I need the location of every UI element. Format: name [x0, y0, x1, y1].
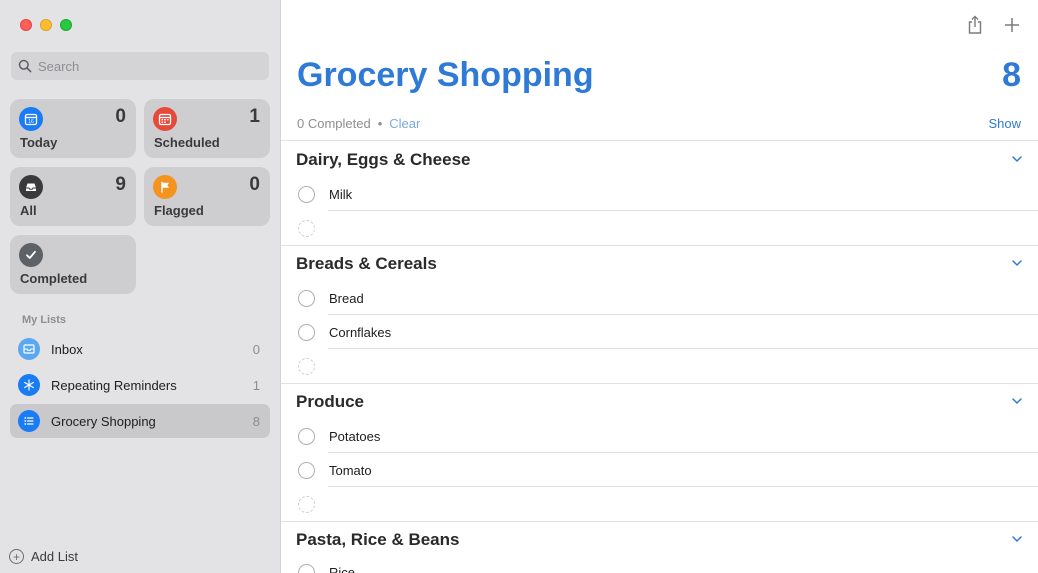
item-divider — [328, 314, 1038, 315]
all-label: All — [20, 203, 37, 218]
today-count: 0 — [115, 106, 126, 127]
minimize-window-button[interactable] — [40, 19, 52, 31]
chevron-down-icon[interactable] — [1011, 533, 1023, 545]
completed-text: 0 Completed — [297, 116, 371, 131]
item-divider — [328, 348, 1038, 349]
show-completed-button[interactable]: Show — [988, 116, 1021, 131]
sidebar-item-count: 1 — [252, 377, 260, 393]
complete-checkbox[interactable] — [298, 563, 315, 573]
my-lists-heading: My Lists — [22, 314, 67, 326]
completed-status: 0 Completed • Clear — [297, 116, 420, 131]
scheduled-label: Scheduled — [154, 135, 220, 150]
smart-list-flagged[interactable]: 0 Flagged — [144, 167, 270, 226]
calendar-grid-icon — [153, 107, 177, 131]
share-icon — [968, 15, 982, 34]
reminder-item[interactable]: Milk — [298, 185, 352, 203]
sidebar-item-label: Repeating Reminders — [51, 377, 177, 393]
flagged-count: 0 — [249, 174, 260, 195]
smart-list-today[interactable]: 16 0 Today — [10, 99, 136, 158]
sidebar-item-count: 8 — [252, 413, 260, 429]
checkmark-icon — [19, 243, 43, 267]
snowflake-icon — [18, 374, 40, 396]
calendar-icon: 16 — [19, 107, 43, 131]
completed-label: Completed — [20, 271, 88, 286]
reminder-title[interactable]: Potatoes — [329, 429, 380, 444]
complete-checkbox[interactable] — [298, 185, 315, 203]
reminder-item[interactable]: Cornflakes — [298, 323, 391, 341]
item-divider — [328, 486, 1038, 487]
section-title: Produce — [296, 392, 365, 411]
smart-list-scheduled[interactable]: 1 Scheduled — [144, 99, 270, 158]
share-button[interactable] — [964, 14, 986, 36]
smart-list-completed[interactable]: Completed — [10, 235, 136, 294]
section-divider — [281, 521, 1038, 522]
separator-dot: • — [377, 116, 383, 131]
new-item-circle[interactable] — [298, 219, 315, 237]
search-input[interactable] — [38, 58, 258, 74]
new-item-circle[interactable] — [298, 495, 315, 513]
scheduled-count: 1 — [249, 106, 260, 127]
chevron-down-icon[interactable] — [1011, 153, 1023, 165]
section-title: Dairy, Eggs & Cheese — [296, 150, 471, 169]
today-label: Today — [20, 135, 58, 150]
new-item-placeholder[interactable] — [298, 495, 315, 513]
plus-circle-icon: + — [9, 549, 24, 564]
sidebar-item-label: Grocery Shopping — [51, 413, 156, 429]
reminder-title[interactable]: Tomato — [329, 463, 372, 478]
search-field[interactable] — [11, 52, 269, 80]
section-divider — [281, 140, 1038, 141]
chevron-down-icon[interactable] — [1011, 257, 1023, 269]
all-count: 9 — [115, 174, 126, 195]
sidebar-item-grocery-shopping[interactable]: Grocery Shopping 8 — [10, 404, 270, 438]
section-title: Pasta, Rice & Beans — [296, 530, 460, 549]
new-item-placeholder[interactable] — [298, 219, 315, 237]
complete-checkbox[interactable] — [298, 323, 315, 341]
complete-checkbox[interactable] — [298, 427, 315, 445]
clear-button[interactable]: Clear — [389, 116, 420, 131]
add-list-label: Add List — [31, 549, 78, 564]
sidebar-item-count: 0 — [252, 341, 260, 357]
section-divider — [281, 383, 1038, 384]
new-reminder-button[interactable] — [1001, 14, 1023, 36]
smart-list-all[interactable]: 9 All — [10, 167, 136, 226]
sidebar-item-repeating-reminders[interactable]: Repeating Reminders 1 — [10, 368, 270, 402]
item-divider — [328, 452, 1038, 453]
sidebar-item-inbox[interactable]: Inbox 0 — [10, 332, 270, 366]
window-controls — [20, 19, 72, 31]
new-item-circle[interactable] — [298, 357, 315, 375]
sidebar: 16 0 Today 1 Scheduled 9 All 0 Flagged C… — [0, 0, 281, 573]
item-divider — [328, 210, 1038, 211]
reminder-title[interactable]: Bread — [329, 291, 364, 306]
svg-text:16: 16 — [28, 119, 34, 125]
search-icon — [18, 59, 32, 73]
new-item-placeholder[interactable] — [298, 357, 315, 375]
reminder-item[interactable]: Rice — [298, 563, 355, 573]
reminder-title[interactable]: Rice — [329, 565, 355, 573]
list-count: 8 — [1002, 56, 1021, 94]
list-title: Grocery Shopping — [297, 56, 594, 94]
reminder-item[interactable]: Tomato — [298, 461, 372, 479]
tray-icon — [19, 175, 43, 199]
sidebar-item-label: Inbox — [51, 341, 83, 357]
main-pane: Grocery Shopping 8 0 Completed • Clear S… — [281, 0, 1038, 573]
complete-checkbox[interactable] — [298, 289, 315, 307]
reminder-title[interactable]: Cornflakes — [329, 325, 391, 340]
plus-icon — [1005, 18, 1019, 32]
reminder-title[interactable]: Milk — [329, 187, 352, 202]
section-title: Breads & Cereals — [296, 254, 437, 273]
list-bullet-icon — [18, 410, 40, 432]
inbox-icon — [18, 338, 40, 360]
reminder-item[interactable]: Potatoes — [298, 427, 380, 445]
flagged-label: Flagged — [154, 203, 204, 218]
close-window-button[interactable] — [20, 19, 32, 31]
add-list-button[interactable]: + Add List — [9, 549, 78, 564]
zoom-window-button[interactable] — [60, 19, 72, 31]
reminder-item[interactable]: Bread — [298, 289, 364, 307]
flag-icon — [153, 175, 177, 199]
chevron-down-icon[interactable] — [1011, 395, 1023, 407]
complete-checkbox[interactable] — [298, 461, 315, 479]
section-divider — [281, 245, 1038, 246]
